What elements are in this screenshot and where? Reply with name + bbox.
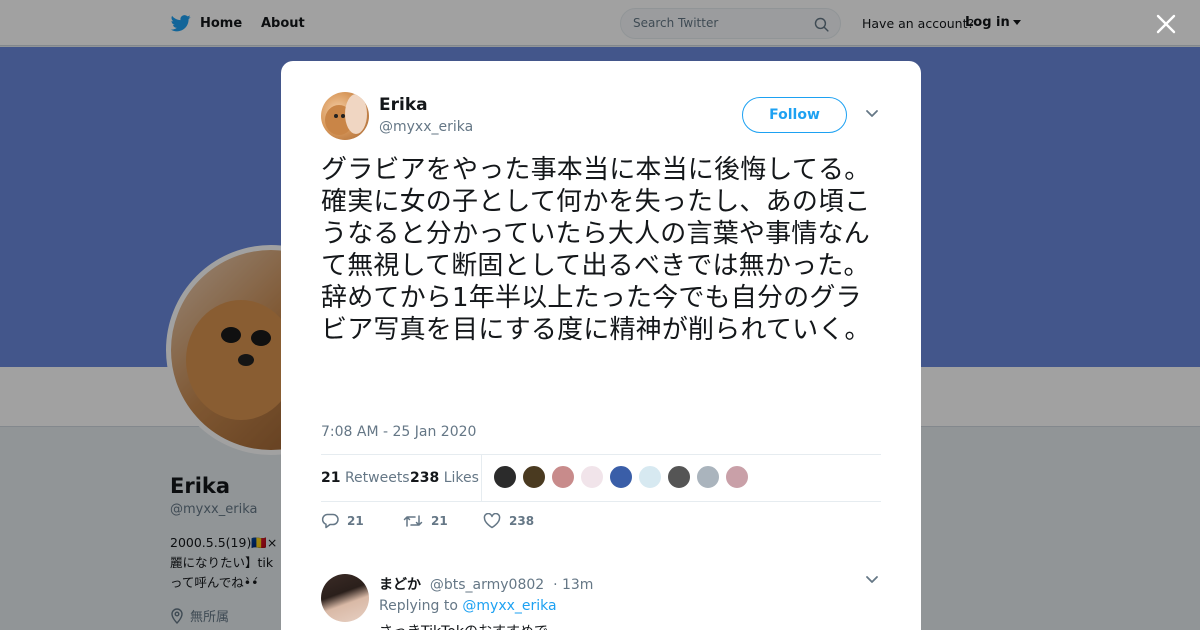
likes-label: Likes xyxy=(443,470,479,486)
chevron-down-icon[interactable] xyxy=(865,575,879,585)
replying-to: Replying to @myxx_erika xyxy=(379,598,557,614)
likers-avatars xyxy=(493,465,749,489)
retweets-count: 21 xyxy=(321,470,341,486)
replying-to-link[interactable]: @myxx_erika xyxy=(462,598,556,614)
liker-avatar[interactable] xyxy=(493,465,517,489)
replying-prefix: Replying to xyxy=(379,598,458,614)
likes-stat[interactable]: 238 Likes xyxy=(410,470,479,486)
retweet-count: 21 xyxy=(431,514,448,528)
author-name[interactable]: Erika xyxy=(379,95,428,115)
reply-button[interactable]: 21 xyxy=(321,513,364,529)
liker-avatar[interactable] xyxy=(522,465,546,489)
liker-avatar[interactable] xyxy=(638,465,662,489)
liker-avatar[interactable] xyxy=(551,465,575,489)
liker-avatar[interactable] xyxy=(667,465,691,489)
tweet-modal: Erika @myxx_erika Follow グラビアをやった事本当に本当に… xyxy=(281,61,921,630)
liker-avatar[interactable] xyxy=(609,465,633,489)
tweet-text: グラビアをやった事本当に本当に後悔してる。確実に女の子として何かを失ったし、あの… xyxy=(321,155,871,345)
likes-count: 238 xyxy=(410,470,440,486)
liker-avatar[interactable] xyxy=(580,465,604,489)
tweet-stats: 21 Retweets 238 Likes xyxy=(321,454,881,502)
close-icon[interactable] xyxy=(1154,12,1178,36)
heart-icon xyxy=(483,513,501,529)
liker-avatar[interactable] xyxy=(696,465,720,489)
tweet-actions: 21 21 238 xyxy=(321,513,881,533)
reply-text: さっきTikTokのおすすめで xyxy=(379,621,548,630)
chevron-down-icon[interactable] xyxy=(865,109,879,119)
reply-author-handle: @bts_army0802 xyxy=(429,577,545,593)
liker-avatar[interactable] xyxy=(725,465,749,489)
reply-author-name: まどか xyxy=(379,577,421,593)
reply-icon xyxy=(321,513,339,529)
reply-avatar[interactable] xyxy=(321,574,369,622)
retweets-stat[interactable]: 21 Retweets xyxy=(321,470,410,486)
reply-count: 21 xyxy=(347,514,364,528)
reply-time[interactable]: · 13m xyxy=(553,577,593,593)
avatar-photo-icon xyxy=(325,94,367,135)
reply-author[interactable]: まどか @bts_army0802 · 13m xyxy=(379,574,593,594)
retweets-label: Retweets xyxy=(344,470,410,486)
tweet-timestamp[interactable]: 7:08 AM - 25 Jan 2020 xyxy=(321,424,476,440)
follow-button[interactable]: Follow xyxy=(742,97,847,133)
retweet-button[interactable]: 21 xyxy=(403,513,448,529)
retweet-icon xyxy=(403,515,423,527)
author-avatar[interactable] xyxy=(321,92,369,140)
like-count: 238 xyxy=(509,514,535,528)
author-handle[interactable]: @myxx_erika xyxy=(379,119,473,135)
stats-divider xyxy=(481,455,482,502)
like-button[interactable]: 238 xyxy=(483,513,534,529)
